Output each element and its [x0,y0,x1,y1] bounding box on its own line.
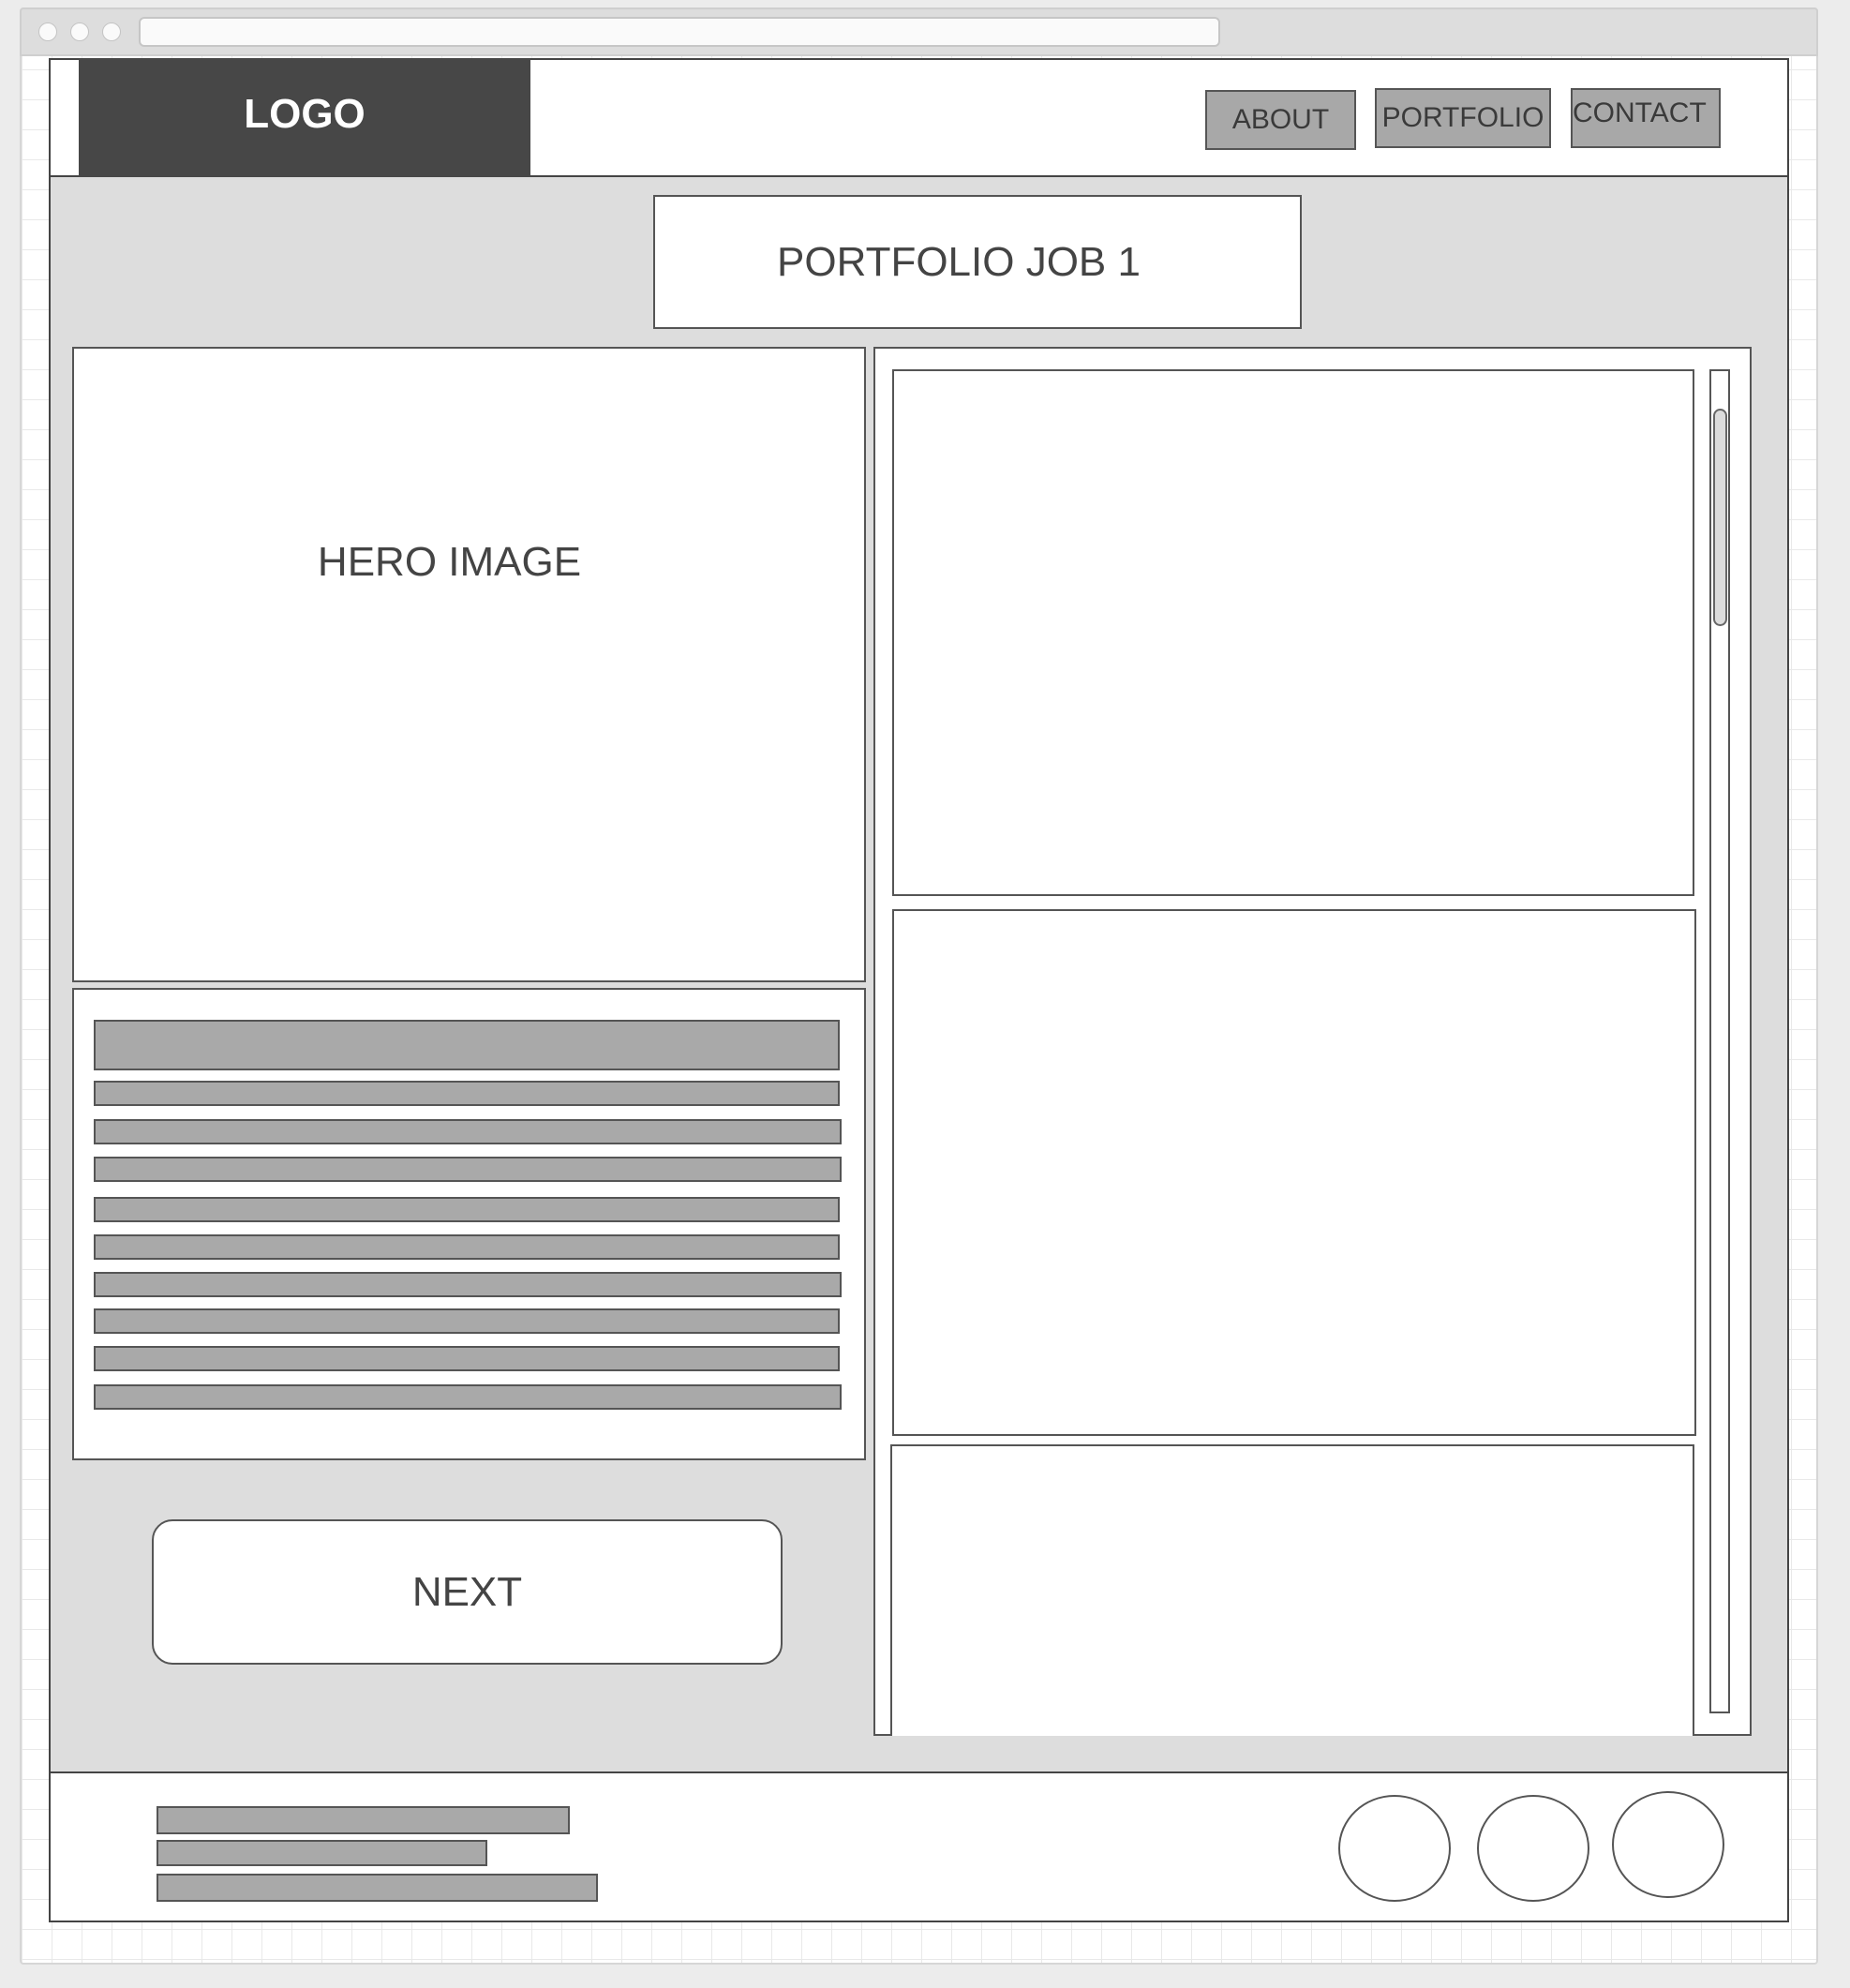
address-bar[interactable] [139,17,1220,47]
text-line-placeholder [94,1384,842,1410]
logo-text: LOGO [244,90,366,137]
page-title: PORTFOLIO JOB 1 [777,238,1141,285]
gallery-scrollbar-thumb[interactable] [1713,409,1727,626]
hero-image [72,347,866,982]
gallery-image[interactable] [890,1444,1694,1736]
social-icon[interactable] [1612,1791,1724,1898]
nav-about-button[interactable]: ABOUT [1205,90,1356,150]
text-line-placeholder [94,1308,840,1334]
gallery-image[interactable] [892,909,1696,1436]
nav-contact-button[interactable]: CONTACT [1571,88,1721,148]
text-line-placeholder [94,1272,842,1297]
footer-text-placeholder [157,1840,487,1866]
window-close-dot[interactable] [38,22,57,41]
footer-text-placeholder [157,1806,570,1834]
text-line-placeholder [94,1346,840,1371]
logo[interactable]: LOGO [79,58,530,177]
page-title-box: PORTFOLIO JOB 1 [653,195,1302,329]
text-line-placeholder [94,1081,840,1106]
text-line-placeholder [94,1157,842,1182]
footer-text-placeholder [157,1874,598,1902]
window-minimize-dot[interactable] [70,22,89,41]
window-maximize-dot[interactable] [102,22,121,41]
hero-image-label: HERO IMAGE [317,539,582,585]
social-icon[interactable] [1338,1795,1451,1902]
social-icon[interactable] [1477,1795,1589,1902]
text-line-placeholder [94,1197,840,1222]
gallery-image[interactable] [892,369,1694,896]
nav-portfolio-button[interactable]: PORTFOLIO [1375,88,1551,148]
text-line-placeholder [94,1234,840,1260]
next-button[interactable]: NEXT [152,1519,783,1665]
text-line-placeholder [94,1119,842,1144]
description-heading-placeholder [94,1020,840,1070]
